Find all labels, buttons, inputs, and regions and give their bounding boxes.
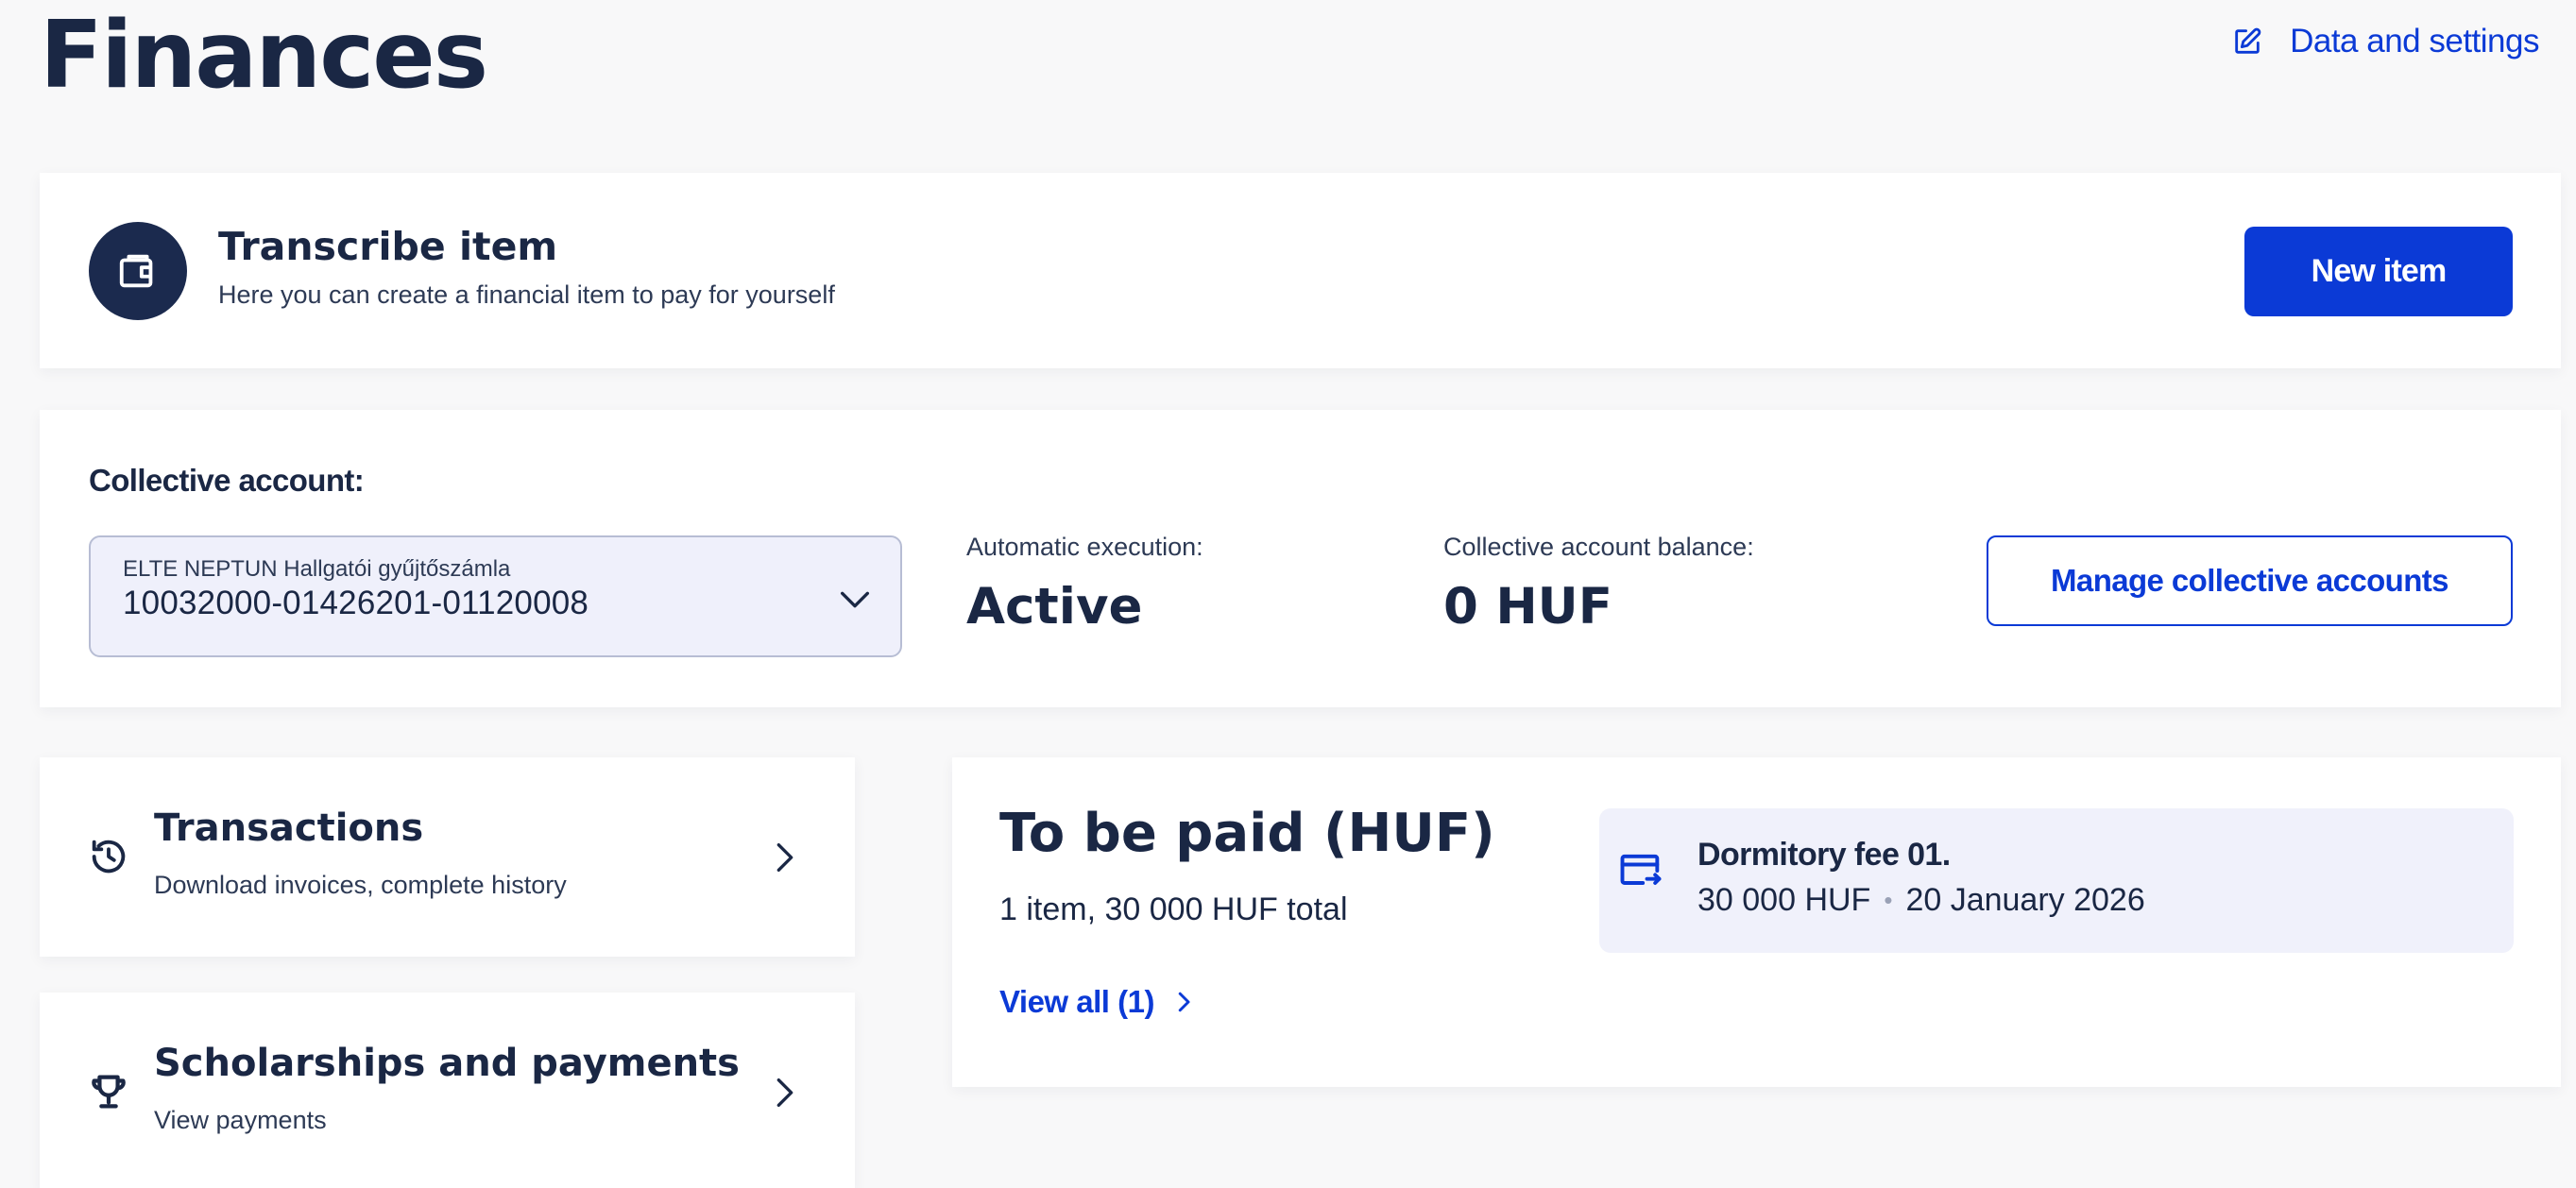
account-balance-label: Collective account balance: <box>1443 533 1754 561</box>
to-be-paid-title: To be paid (HUF) <box>999 803 1495 864</box>
transcribe-subtitle: Here you can create a financial item to … <box>218 280 835 309</box>
chevron-right-icon <box>776 843 793 872</box>
payable-item[interactable]: Dormitory fee 01. 30 000 HUF • 20 Januar… <box>1599 808 2514 953</box>
history-icon <box>92 840 126 874</box>
payable-item-date: 20 January 2026 <box>1905 882 2145 918</box>
scholarships-card[interactable]: Scholarships and payments View payments <box>40 993 855 1188</box>
transcribe-title: Transcribe item <box>218 224 558 269</box>
transactions-card[interactable]: Transactions Download invoices, complete… <box>40 757 855 957</box>
account-select-value: 10032000-01426201-01120008 <box>123 585 589 621</box>
payable-item-title: Dormitory fee 01. <box>1697 837 1951 873</box>
transactions-title: Transactions <box>154 806 424 850</box>
collective-account-card: Collective account: ELTE NEPTUN Hallgató… <box>40 410 2561 707</box>
chevron-right-icon <box>776 1078 793 1107</box>
page-title: Finances <box>40 2 488 110</box>
edit-icon <box>2235 27 2261 54</box>
data-and-settings-label: Data and settings <box>2290 23 2539 59</box>
automatic-execution-value: Active <box>966 578 1143 636</box>
collective-account-label: Collective account: <box>89 463 365 498</box>
payable-item-amount: 30 000 HUF <box>1697 882 1871 918</box>
account-balance-value: 0 HUF <box>1443 578 1612 636</box>
separator-dot: • <box>1884 886 1893 914</box>
to-be-paid-summary: 1 item, 30 000 HUF total <box>999 891 1348 927</box>
chevron-right-icon <box>1178 992 1190 1012</box>
transactions-subtitle: Download invoices, complete history <box>154 871 567 899</box>
scholarships-subtitle: View payments <box>154 1106 327 1134</box>
account-select-label: ELTE NEPTUN Hallgatói gyűjtőszámla <box>123 556 511 582</box>
transcribe-item-card: Transcribe item Here you can create a fi… <box>40 173 2561 368</box>
to-be-paid-card: To be paid (HUF) 1 item, 30 000 HUF tota… <box>952 757 2561 1087</box>
scholarships-title: Scholarships and payments <box>154 1042 740 1085</box>
new-item-button[interactable]: New item <box>2244 227 2513 316</box>
chevron-down-icon <box>841 591 869 608</box>
data-and-settings-link[interactable]: Data and settings <box>2231 23 2539 60</box>
card-transfer-icon <box>1620 854 1662 885</box>
manage-collective-accounts-button[interactable]: Manage collective accounts <box>1987 535 2513 626</box>
view-all-link[interactable]: View all (1) <box>999 984 1194 1020</box>
payable-item-details: 30 000 HUF • 20 January 2026 <box>1697 882 2145 919</box>
trophy-icon <box>92 1075 126 1109</box>
automatic-execution-label: Automatic execution: <box>966 533 1203 561</box>
wallet-icon <box>119 254 153 288</box>
view-all-label: View all (1) <box>999 984 1154 1019</box>
collective-account-select[interactable]: ELTE NEPTUN Hallgatói gyűjtőszámla 10032… <box>89 535 902 657</box>
transcribe-icon-circle <box>89 222 187 320</box>
